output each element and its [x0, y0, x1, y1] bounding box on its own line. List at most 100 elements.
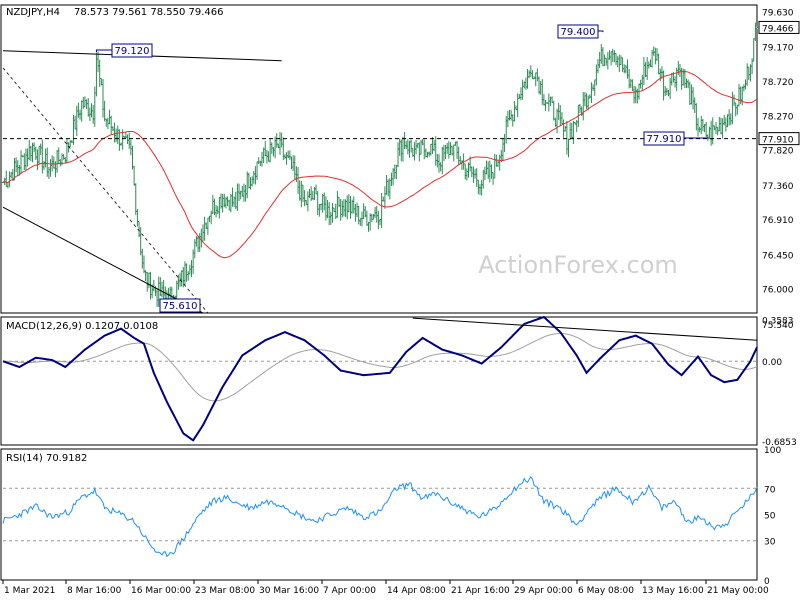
price-bar — [321, 194, 323, 213]
chart-ohlc: 78.573 79.561 78.550 79.466 — [74, 7, 224, 18]
price-bar — [395, 165, 397, 179]
price-bar — [5, 171, 7, 187]
price-bar — [195, 236, 197, 247]
price-bar — [203, 217, 205, 241]
price-bar — [136, 209, 138, 226]
price-bar — [728, 109, 730, 125]
price-bar — [354, 204, 356, 222]
price-bar — [539, 81, 541, 95]
price-bar — [280, 133, 282, 148]
price-bar — [217, 206, 219, 214]
price-y-tick: 78.270 — [762, 112, 794, 122]
support-trendline — [3, 207, 203, 313]
price-bar — [156, 288, 158, 307]
price-bar — [556, 109, 558, 134]
price-bar — [198, 233, 200, 252]
price-bar — [197, 237, 199, 252]
price-bar — [307, 191, 309, 211]
price-bar — [544, 100, 546, 111]
price-bar — [505, 116, 507, 143]
price-bar — [77, 103, 79, 118]
price-bar — [692, 87, 694, 110]
price-bar — [621, 57, 623, 71]
price-bar — [456, 141, 458, 159]
price-bar — [187, 271, 189, 280]
x-tick-label: 30 Mar 16:00 — [259, 586, 319, 596]
macd-main-line — [3, 317, 757, 440]
price-bar — [349, 196, 351, 219]
price-bar — [79, 110, 81, 120]
price-bar — [528, 70, 530, 78]
price-bar — [448, 141, 450, 158]
price-bar — [146, 272, 148, 292]
price-bar — [635, 87, 637, 104]
price-bar — [64, 157, 66, 163]
price-bar — [400, 140, 402, 162]
price-bar — [320, 204, 322, 210]
price-bar — [113, 123, 115, 143]
x-tick-label: 1 Mar 2021 — [4, 586, 55, 596]
price-bar — [108, 110, 110, 125]
price-bar — [282, 137, 284, 160]
x-tick-label: 8 Mar 16:00 — [67, 586, 122, 596]
price-bar — [746, 63, 748, 86]
price-bar — [330, 212, 332, 225]
price-bar — [343, 199, 345, 216]
price-bar — [749, 64, 751, 81]
price-bar — [49, 159, 51, 177]
price-annotation: 75.610 — [160, 299, 200, 312]
price-bar — [562, 119, 564, 137]
price-bar — [261, 152, 263, 167]
price-bar — [143, 255, 145, 273]
price-bar — [705, 122, 707, 137]
price-bar — [28, 140, 30, 161]
price-bar — [662, 71, 664, 101]
price-bar — [336, 191, 338, 218]
price-bar — [56, 150, 58, 173]
price-bar — [408, 141, 410, 158]
price-bar — [366, 211, 368, 226]
price-bar — [721, 118, 723, 138]
price-y-tick: 77.820 — [762, 147, 794, 157]
price-bar — [190, 260, 192, 277]
price-bar — [582, 92, 584, 120]
price-bar — [431, 137, 433, 154]
price-bar — [153, 280, 155, 291]
price-bar — [377, 211, 379, 229]
price-bar — [723, 115, 725, 125]
price-bar — [256, 162, 258, 180]
price-y-tick: 76.910 — [762, 216, 794, 226]
price-bar — [433, 140, 435, 151]
price-bar — [228, 200, 230, 210]
annotation-leader — [598, 31, 603, 32]
price-bar — [754, 23, 756, 41]
price-bar — [702, 119, 704, 131]
price-bar — [482, 170, 484, 189]
price-bar — [102, 79, 104, 118]
price-bar — [387, 179, 389, 196]
price-bar — [543, 94, 545, 106]
price-bar — [610, 51, 612, 65]
price-bar — [734, 103, 736, 117]
x-tick-label: 29 Apr 00:00 — [514, 586, 573, 596]
price-bar — [362, 203, 364, 219]
price-bar — [503, 134, 505, 152]
price-bar — [317, 191, 319, 215]
price-bar — [117, 126, 119, 144]
macd-panel-frame — [1, 317, 757, 445]
price-bar — [641, 75, 643, 91]
price-bar — [36, 149, 38, 170]
price-bar — [389, 178, 391, 199]
price-bar — [331, 203, 333, 223]
price-bar — [369, 213, 371, 230]
price-bar — [597, 59, 599, 73]
price-bar — [618, 55, 620, 72]
price-bar — [569, 123, 571, 140]
price-bar — [341, 201, 343, 218]
price-bar — [502, 138, 504, 161]
price-bar — [751, 58, 753, 74]
rsi-y-tick: 70 — [764, 485, 776, 495]
price-bar — [323, 192, 325, 210]
price-bar — [394, 164, 396, 178]
price-bar — [66, 139, 68, 163]
